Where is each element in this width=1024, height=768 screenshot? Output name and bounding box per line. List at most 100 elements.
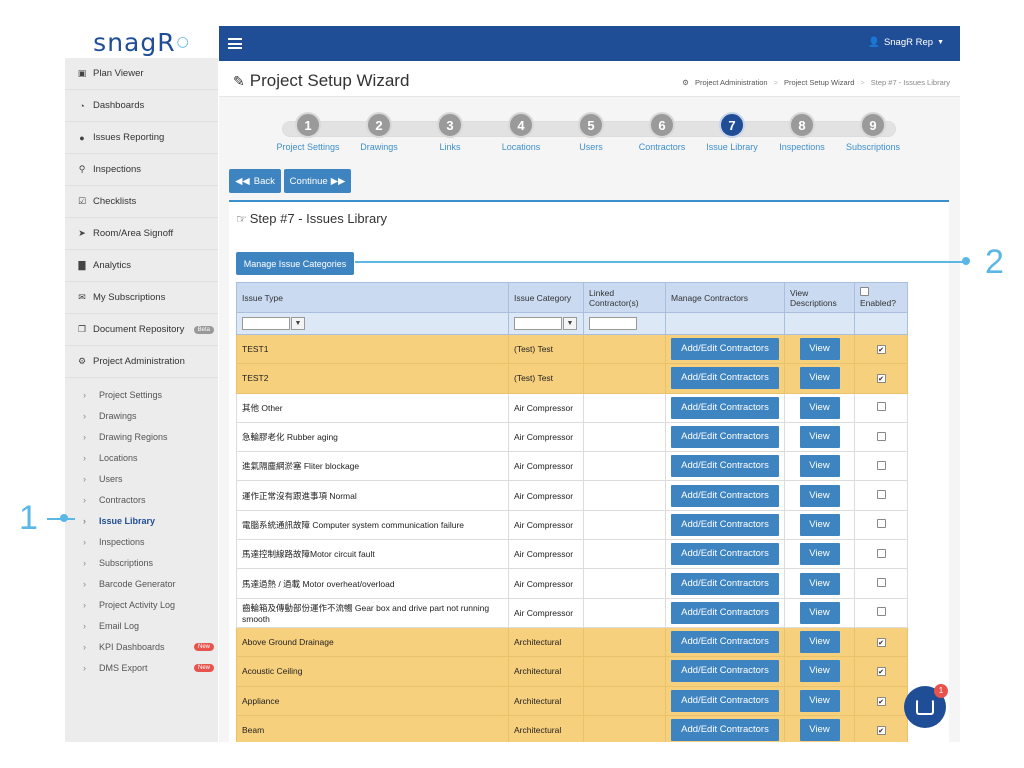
submenu-item-dms-export[interactable]: › DMS Export New	[65, 657, 218, 678]
view-button[interactable]: View	[799, 513, 840, 536]
view-button[interactable]: View	[799, 631, 840, 654]
submenu-item-kpi-dashboards[interactable]: › KPI Dashboards New	[65, 636, 218, 657]
enabled-checkbox[interactable]	[876, 460, 886, 470]
sidebar-item-label: Room/Area Signoff	[93, 228, 174, 239]
col-issue-type[interactable]: Issue Type	[236, 282, 509, 313]
table-row: 其他 Other Air Compressor Add/Edit Contracto…	[236, 392, 908, 423]
add-edit-contractors-button[interactable]: Add/Edit Contractors	[671, 660, 779, 683]
menu-toggle-icon[interactable]	[228, 38, 242, 49]
view-button[interactable]: View	[799, 601, 840, 624]
view-button[interactable]: View	[799, 396, 840, 419]
enabled-checkbox[interactable]	[876, 696, 886, 706]
add-edit-contractors-button[interactable]: Add/Edit Contractors	[671, 484, 779, 507]
view-button[interactable]: View	[799, 543, 840, 566]
sidebar-item-inspections[interactable]: ⚲ Inspections	[65, 154, 218, 186]
view-button[interactable]: View	[799, 660, 840, 683]
add-edit-contractors-button[interactable]: Add/Edit Contractors	[671, 719, 779, 741]
add-edit-contractors-button[interactable]: Add/Edit Contractors	[671, 601, 779, 624]
filter-icon[interactable]: ▼	[563, 317, 577, 330]
breadcrumb-item[interactable]: Project Setup Wizard	[784, 78, 854, 87]
submenu-item-issue-library[interactable]: › Issue Library	[65, 510, 218, 531]
manage-contractors-cell: Add/Edit Contractors	[665, 714, 785, 742]
view-button[interactable]: View	[799, 367, 840, 390]
add-edit-contractors-button[interactable]: Add/Edit Contractors	[671, 631, 779, 654]
view-button[interactable]: View	[799, 719, 840, 741]
col-issue-category[interactable]: Issue Category	[508, 282, 584, 313]
issue-type-filter-input[interactable]	[242, 317, 290, 330]
filter-cell-empty	[854, 312, 908, 335]
view-button[interactable]: View	[799, 338, 840, 361]
wizard-step-5[interactable]: 5 Users	[555, 112, 627, 152]
enabled-checkbox[interactable]	[876, 402, 886, 412]
submenu-item-contractors[interactable]: › Contractors	[65, 489, 218, 510]
user-menu[interactable]: 👤 SnagR Rep ▼	[868, 37, 944, 48]
add-edit-contractors-button[interactable]: Add/Edit Contractors	[671, 543, 779, 566]
submenu-item-barcode-generator[interactable]: › Barcode Generator	[65, 573, 218, 594]
submenu-item-subscriptions[interactable]: › Subscriptions	[65, 552, 218, 573]
submenu-item-locations[interactable]: › Locations	[65, 447, 218, 468]
sidebar-item-checklists[interactable]: ☑ Checklists	[65, 186, 218, 218]
select-all-checkbox[interactable]	[860, 287, 869, 296]
chat-launcher-button[interactable]: 1	[904, 684, 948, 728]
manage-issue-categories-button[interactable]: Manage Issue Categories	[236, 252, 354, 275]
enabled-checkbox[interactable]	[876, 607, 886, 617]
add-edit-contractors-button[interactable]: Add/Edit Contractors	[671, 367, 779, 390]
sidebar-item-my-subscriptions[interactable]: ✉ My Subscriptions	[65, 282, 218, 314]
enabled-checkbox[interactable]	[876, 726, 886, 735]
submenu-item-inspections[interactable]: › Inspections	[65, 531, 218, 552]
sidebar-item-project-administration[interactable]: ⚙ Project Administration	[65, 346, 218, 378]
enabled-checkbox[interactable]	[876, 345, 886, 355]
submenu-item-users[interactable]: › Users	[65, 468, 218, 489]
sidebar-item-issues-reporting[interactable]: ● Issues Reporting	[65, 122, 218, 154]
add-edit-contractors-button[interactable]: Add/Edit Contractors	[671, 396, 779, 419]
enabled-checkbox[interactable]	[876, 638, 886, 648]
enabled-checkbox[interactable]	[876, 519, 886, 529]
add-edit-contractors-button[interactable]: Add/Edit Contractors	[671, 513, 779, 536]
wizard-step-4[interactable]: 4 Locations	[485, 112, 557, 152]
view-button[interactable]: View	[799, 484, 840, 507]
view-button[interactable]: View	[799, 426, 840, 449]
wizard-step-6[interactable]: 6 Contractors	[626, 112, 698, 152]
wizard-step-8[interactable]: 8 Inspections	[766, 112, 838, 152]
sidebar-item-document-repository[interactable]: ❐ Document Repository Beta	[65, 314, 218, 346]
main-content: ✎ Project Setup Wizard ⚙ Project Administ…	[219, 61, 960, 742]
col-linked-contractors[interactable]: Linked Contractor(s)	[583, 282, 666, 313]
sidebar-item-dashboards[interactable]: ◔ Dashboards	[65, 90, 218, 122]
add-edit-contractors-button[interactable]: Add/Edit Contractors	[671, 426, 779, 449]
view-button[interactable]: View	[799, 455, 840, 478]
filter-icon[interactable]: ▼	[291, 317, 305, 330]
enabled-checkbox[interactable]	[876, 578, 886, 588]
wizard-step-7[interactable]: 7 Issue Library	[696, 112, 768, 152]
back-button[interactable]: ◀◀ Back	[229, 169, 281, 193]
sidebar-item-analytics[interactable]: ▇ Analytics	[65, 250, 218, 282]
enabled-checkbox[interactable]	[876, 431, 886, 441]
add-edit-contractors-button[interactable]: Add/Edit Contractors	[671, 572, 779, 595]
sidebar-item-plan-viewer[interactable]: ▣ Plan Viewer	[65, 58, 218, 90]
wizard-step-9[interactable]: 9 Subscriptions	[837, 112, 909, 152]
issue-category-filter-input[interactable]	[514, 317, 562, 330]
wizard-step-2[interactable]: 2 Drawings	[343, 112, 415, 152]
enabled-checkbox[interactable]	[876, 374, 886, 384]
sidebar-item-room-area-signoff[interactable]: ➤ Room/Area Signoff	[65, 218, 218, 250]
submenu-item-project-settings[interactable]: › Project Settings	[65, 384, 218, 405]
view-descriptions-cell: View	[784, 597, 855, 628]
add-edit-contractors-button[interactable]: Add/Edit Contractors	[671, 338, 779, 361]
enabled-checkbox[interactable]	[876, 490, 886, 500]
view-button[interactable]: View	[799, 572, 840, 595]
breadcrumb-item[interactable]: Project Administration	[695, 78, 768, 87]
submenu-item-drawings[interactable]: › Drawings	[65, 405, 218, 426]
enabled-checkbox[interactable]	[876, 667, 886, 677]
continue-button[interactable]: Continue ▶▶	[284, 169, 351, 193]
linked-contractors-filter-input[interactable]	[589, 317, 637, 330]
app-logo[interactable]: snagR ○	[65, 26, 218, 58]
wizard-step-1[interactable]: 1 Project Settings	[272, 112, 344, 152]
sidebar-item-label: Analytics	[93, 260, 132, 271]
wizard-step-3[interactable]: 3 Links	[414, 112, 486, 152]
submenu-item-drawing-regions[interactable]: › Drawing Regions	[65, 426, 218, 447]
add-edit-contractors-button[interactable]: Add/Edit Contractors	[671, 455, 779, 478]
submenu-item-email-log[interactable]: › Email Log	[65, 615, 218, 636]
enabled-checkbox[interactable]	[876, 548, 886, 558]
view-button[interactable]: View	[799, 689, 840, 712]
add-edit-contractors-button[interactable]: Add/Edit Contractors	[671, 689, 779, 712]
submenu-item-project-activity-log[interactable]: › Project Activity Log	[65, 594, 218, 615]
